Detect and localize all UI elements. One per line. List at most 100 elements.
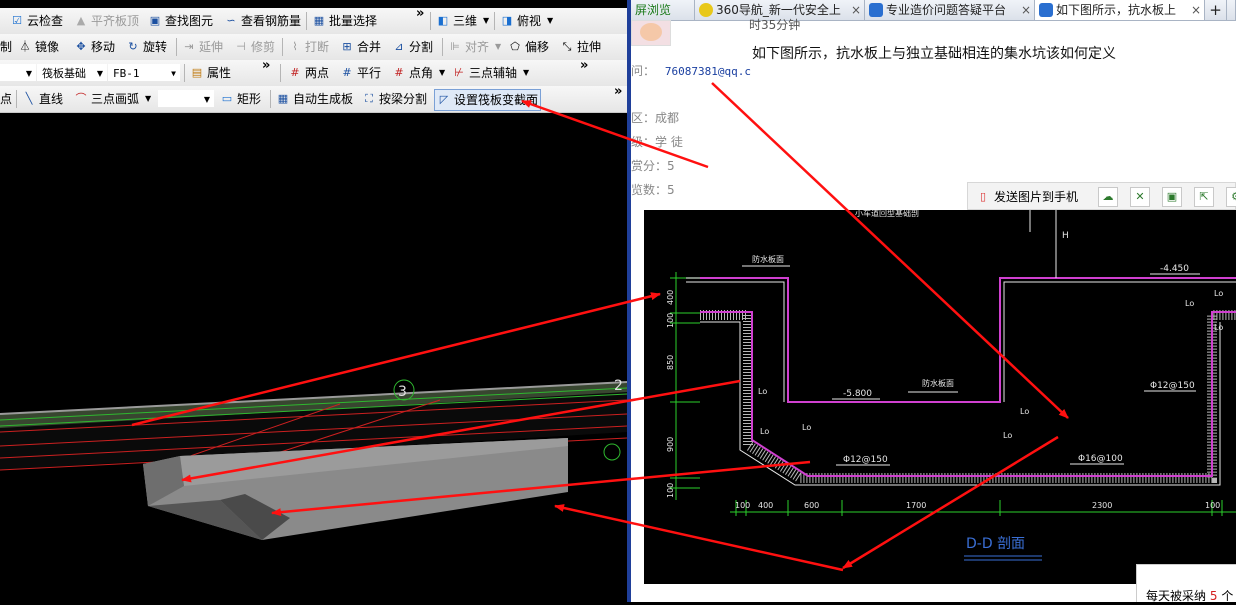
chevron-down-icon: ▼ xyxy=(547,16,554,25)
dim-label: 600 xyxy=(804,501,819,510)
find-element-button[interactable]: ▣ 查找图元 xyxy=(148,8,213,34)
la-label: Lo xyxy=(758,387,767,396)
cloud-icon[interactable]: ☁ xyxy=(1098,187,1118,207)
parallel-icon: # xyxy=(342,66,352,79)
3d-viewport[interactable]: 3 2 xyxy=(0,113,628,602)
properties-button[interactable]: ▤ 属性 xyxy=(190,60,231,86)
copy-button[interactable]: 制 xyxy=(0,34,12,60)
elevation-top: -4.450 xyxy=(1160,264,1189,274)
3d-model-canvas: 3 2 xyxy=(0,378,628,540)
line-button[interactable]: ╲ 直线 xyxy=(22,86,63,112)
concrete-outline xyxy=(700,310,1236,483)
settings-icon[interactable]: ⚙ xyxy=(1226,187,1236,207)
split-icon: ⊿ xyxy=(394,40,404,53)
share-icon[interactable]: ⇱ xyxy=(1194,187,1214,207)
three-point-axis-dropdown[interactable]: ⊬ 三点辅轴 ▼ xyxy=(452,60,529,86)
point-angle-icon: # xyxy=(394,66,404,79)
category-select[interactable]: 筏板基础 ▼ xyxy=(37,64,107,81)
three-point-arc-dropdown[interactable]: ⌒ 三点画弧 ▼ xyxy=(74,86,152,112)
restore-icon[interactable] xyxy=(1227,0,1236,20)
three-d-dropdown[interactable]: ◧ 三维 ▼ xyxy=(436,8,489,34)
overflow-chevron-icon[interactable]: » xyxy=(580,58,588,73)
rebar-callout: Φ12@150 xyxy=(1150,381,1195,391)
dim-label: 100 xyxy=(666,483,675,498)
fullscreen-icon[interactable]: ✕ xyxy=(1130,187,1150,207)
dim-label: 100 xyxy=(666,313,675,328)
two-points-button[interactable]: # 两点 xyxy=(288,60,329,86)
views-info: 览数：5 xyxy=(631,183,675,197)
separator xyxy=(306,12,307,30)
save-icon[interactable]: ▣ xyxy=(1162,187,1182,207)
rotate-icon: ↻ xyxy=(128,40,138,53)
top-view-dropdown[interactable]: ◨ 俯视 ▼ xyxy=(500,8,553,34)
chevron-down-icon: ▼ xyxy=(171,69,176,78)
element-select[interactable]: FB-1 ▼ xyxy=(108,64,180,81)
la-label: Lo xyxy=(1214,289,1223,298)
close-icon[interactable]: × xyxy=(851,0,861,20)
overflow-chevron-icon[interactable]: » xyxy=(416,6,424,21)
batch-select-button[interactable]: ▦ 批量选择 xyxy=(312,8,377,34)
auto-generate-slab-button[interactable]: ▦ 自动生成板 xyxy=(276,86,353,112)
rebar-icon: ∽ xyxy=(226,14,236,27)
close-icon[interactable]: × xyxy=(1021,0,1031,20)
break-button[interactable]: ⌇ 打断 xyxy=(288,34,329,60)
set-slab-variable-section-button[interactable]: ◸ 设置筏板变截面 xyxy=(434,89,542,111)
arc-icon: ⌒ xyxy=(75,92,87,105)
tab-cost-qa[interactable]: 专业造价问题答疑平台 × xyxy=(865,0,1035,20)
tab-screen-browse[interactable]: 屏浏览 xyxy=(631,0,695,20)
extend-button[interactable]: ⇥ 延伸 xyxy=(182,34,223,60)
separator xyxy=(430,12,431,30)
split-by-beam-button[interactable]: ⛶ 按梁分割 xyxy=(362,86,427,112)
close-icon[interactable]: × xyxy=(1191,0,1201,20)
new-tab-button[interactable]: + xyxy=(1205,0,1227,20)
chevron-down-icon: ▼ xyxy=(25,69,32,78)
dim-label: 100 xyxy=(735,501,750,510)
trim-button[interactable]: ⊣ 修剪 xyxy=(234,34,275,60)
phone-icon: ▯ xyxy=(979,190,987,203)
point-angle-dropdown[interactable]: # 点角 ▼ xyxy=(392,60,445,86)
cloud-check-button[interactable]: ☑ 云检查 xyxy=(10,8,63,34)
separator xyxy=(270,90,271,108)
stretch-button[interactable]: ⤡ 拉伸 xyxy=(560,34,601,60)
elevation-bottom: -5.800 xyxy=(843,389,872,399)
top-view-icon: ◨ xyxy=(501,14,513,27)
split-button[interactable]: ⊿ 分割 xyxy=(392,34,433,60)
send-to-phone-button[interactable]: ▯ 发送图片到手机 xyxy=(976,187,1078,207)
move-button[interactable]: ✥ 移动 xyxy=(74,34,115,60)
offset-button[interactable]: ⬠ 偏移 xyxy=(508,34,549,60)
overflow-chevron-icon[interactable]: » xyxy=(262,58,270,73)
cube-icon: ◧ xyxy=(437,14,449,27)
parallel-button[interactable]: # 平行 xyxy=(340,60,381,86)
separator xyxy=(442,38,443,56)
la-label: Lo xyxy=(1185,299,1194,308)
move-icon: ✥ xyxy=(76,40,86,53)
arc-option-select[interactable]: ▼ xyxy=(158,90,214,107)
binoculars-icon: ▣ xyxy=(149,14,161,27)
mirror-button[interactable]: ⏃ 镜像 xyxy=(18,34,60,60)
axis-marker xyxy=(603,443,621,461)
overflow-chevron-icon[interactable]: » xyxy=(614,84,622,99)
align-top-button[interactable]: ▲ 平齐板顶 xyxy=(74,8,139,34)
auto-generate-icon: ▦ xyxy=(277,92,289,105)
rotate-button[interactable]: ↻ 旋转 xyxy=(126,34,167,60)
chevron-down-icon: ▼ xyxy=(495,42,502,51)
view-rebar-button[interactable]: ∽ 查看钢筋量 xyxy=(224,8,301,34)
la-label: Lo xyxy=(1020,407,1029,416)
cad-section-image[interactable]: 小车道回型基础剖 H 防水板面 防水板面 -4.450 -5.800 Lo Lo… xyxy=(644,210,1236,584)
extend-icon: ⇥ xyxy=(184,40,194,53)
level-info: 级：学 徒 xyxy=(631,135,683,149)
site-favicon-icon xyxy=(1039,3,1053,17)
chevron-down-icon: ▼ xyxy=(439,68,446,77)
separator xyxy=(282,38,283,56)
tab-question[interactable]: 如下图所示，抗水板上 × xyxy=(1035,0,1205,20)
browser-window: 屏浏览 360导航_新一代安全上 × 专业造价问题答疑平台 × 如下图所示，抗水… xyxy=(631,0,1236,602)
separator xyxy=(184,64,185,82)
layer-select[interactable]: ▼ xyxy=(0,64,36,81)
qq-value[interactable]: 76087381@qq.c xyxy=(665,65,751,78)
properties-icon: ▤ xyxy=(191,66,203,79)
avatar xyxy=(631,20,671,46)
align-dropdown[interactable]: ⊫ 对齐 ▼ xyxy=(448,34,501,60)
point-button[interactable]: 点 xyxy=(0,86,12,112)
merge-button[interactable]: ⊞ 合并 xyxy=(340,34,381,60)
rectangle-button[interactable]: ▭ 矩形 xyxy=(220,86,261,112)
